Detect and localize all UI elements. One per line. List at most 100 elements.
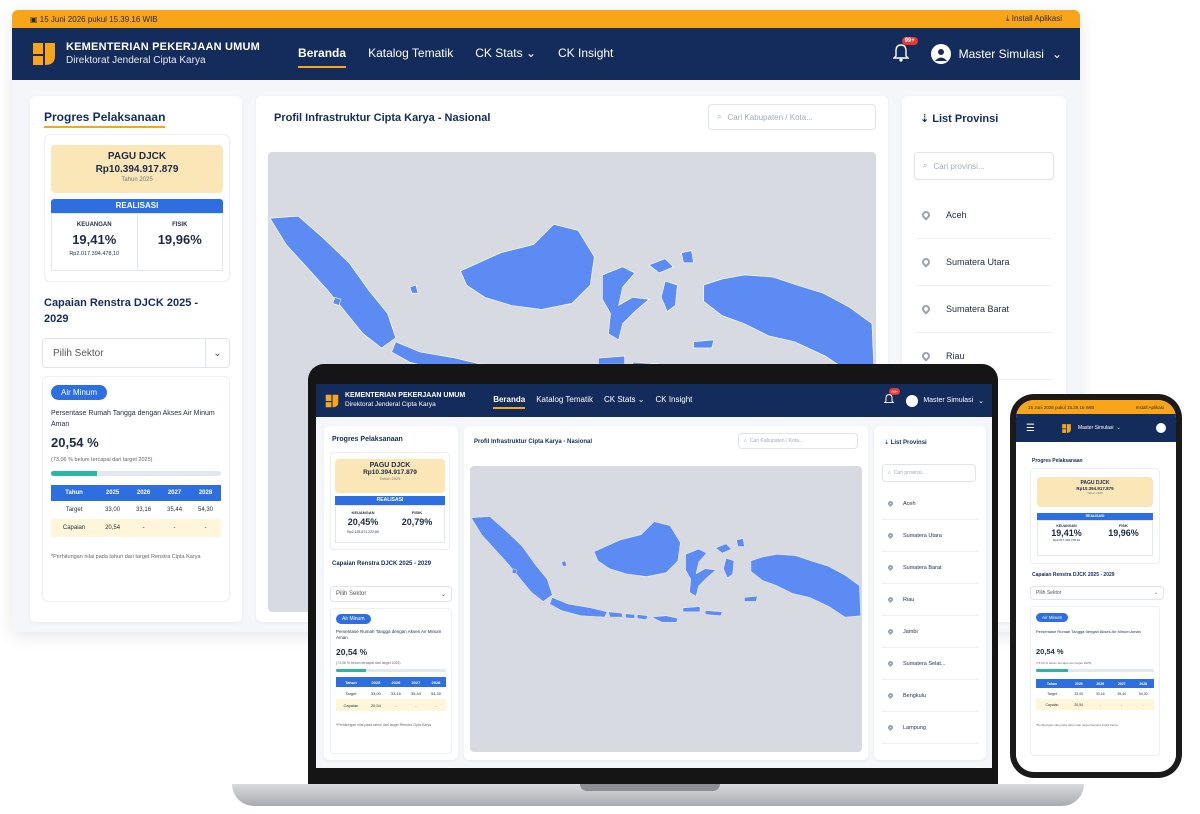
realisasi-header: REALISASI [335,496,445,505]
sektor-select[interactable]: Pilih Sektor ⌄ [42,338,230,368]
datetime-text: ▣ 15 Juni 2026 pukul 15.39.16 WIB [30,14,158,24]
province-list-item[interactable]: Bengkulu [882,680,978,712]
user-name[interactable]: Master Simulasi [1078,425,1114,431]
indicator-text: Persentase Rumah Tangga dengan Akses Air… [1036,629,1141,634]
indicator-text: Persentase Rumah Tangga dengan Akses Air… [336,629,442,641]
indonesia-map[interactable] [470,466,862,752]
province-list-item[interactable]: Sumatera Utara [882,520,978,552]
map-region[interactable] [703,274,875,373]
sektor-select[interactable]: Pilih Sektor ⌄ [330,586,452,602]
map-region[interactable] [682,606,723,616]
nav-menu: Beranda Katalog Tematik CK Stats ⌄ CK In… [298,40,613,68]
sektor-chip[interactable]: Air Minum [336,614,371,624]
map-region[interactable] [681,250,694,264]
map-region[interactable] [723,558,735,579]
map-region[interactable] [269,215,397,349]
map-region[interactable] [470,516,553,602]
indicator-note: (73,06 % belum tercapai dari target 2025… [1036,661,1092,665]
province-search-input[interactable]: ⌕ Cari provinsi... [882,464,976,482]
realisasi-body: KEUANGAN 20,45% Rp2.125.671.222,69 FISIK… [335,505,445,543]
map-pin-icon [886,531,895,540]
map-region[interactable] [660,280,678,312]
install-app-link[interactable]: ⤓ Install Aplikasi [1006,14,1062,24]
kabupaten-search-input[interactable]: ⌕ Cari Kabupaten / Kota... [708,104,876,130]
nav-ck-insight[interactable]: CK Insight [656,392,693,409]
map-pin-icon [886,627,895,636]
map-pin-icon [886,723,895,732]
indicator-value: 20,54 % [336,647,368,657]
table-header-row: Tahun 2025 2026 2027 2028 [51,485,221,501]
province-list-item[interactable]: Riau [882,584,978,616]
map-pin-icon [886,691,895,700]
indicator-value: 20,54 % [1036,647,1064,656]
map-region[interactable] [602,266,650,341]
map-pin-icon [920,350,932,362]
province-list-item[interactable]: Sumatera Barat [882,552,978,584]
map-region[interactable] [648,258,674,274]
province-list-item[interactable]: Sumatera Selat... [882,648,978,680]
map-svg [470,516,861,623]
province-list-item[interactable]: Sumatera Barat [916,286,1052,333]
renstra-title: Capaian Renstra DJCK 2025 - 2029 [1032,572,1115,578]
user-menu[interactable]: Master Simulasi ⌄ [930,44,1062,64]
province-list-item[interactable]: Aceh [916,192,1052,239]
notification-bell-icon[interactable]: 99+ [883,388,901,407]
phone-screen: 15 Juni 2026 pukul 15.39.16 WIB Install … [1016,400,1176,772]
nav-katalog-tematik[interactable]: Katalog Tematik [536,392,593,409]
renstra-title: Capaian Renstra DJCK 2025 - 2029 [332,561,432,567]
nav-katalog-tematik[interactable]: Katalog Tematik [368,40,453,68]
progress-card: Progres Pelaksanaan PAGU DJCK Rp10.394.9… [324,426,458,760]
province-list-item[interactable]: Jambi [882,616,978,648]
nav-ck-stats[interactable]: CK Stats ⌄ [604,392,645,409]
map-pin-icon [920,209,932,221]
map-region[interactable] [593,521,681,577]
progress-fill [51,471,97,476]
map-region[interactable] [693,339,715,349]
install-app-link[interactable]: Install Aplikasi [1136,405,1164,410]
map-title: Profil Infrastruktur Cipta Karya - Nasio… [274,112,491,124]
province-name: Sumatera Barat [903,564,942,571]
renstra-footnote: *Perhitungan nilai pada tahun dari targe… [1036,723,1118,727]
map-region[interactable] [744,595,758,602]
kabupaten-search-input[interactable]: ⌕ Cari Kabupaten / Kota... [738,433,858,449]
indicator-progress [336,669,446,672]
realisasi-header: REALISASI [51,199,223,213]
avatar [906,394,919,407]
hamburger-menu-icon[interactable]: ☰ [1026,423,1035,434]
map-region[interactable] [608,611,648,620]
map-region[interactable] [715,543,732,554]
sektor-select[interactable]: Pilih Sektor ⌄ [1030,586,1164,600]
renstra-box: Air Minum Persentase Rumah Tangga dengan… [1030,606,1160,756]
map-region[interactable] [685,548,717,597]
map-region[interactable] [650,615,679,623]
province-list-item[interactable]: Aceh [882,488,978,520]
notification-bell-icon[interactable]: 99+ [891,36,918,65]
table-row: Capaian 20,54- - - [51,519,221,537]
brand-text: KEMENTERIAN PEKERJAAN UMUM Direktorat Je… [66,41,260,67]
laptop-notch [580,784,720,791]
keuangan-col: KEUANGAN 19,41% Rp2.017.394.478,10 [1051,524,1082,542]
nav-beranda[interactable]: Beranda [493,392,526,409]
map-pin-icon [920,303,932,315]
phone-content: Progres Pelaksanaan PAGU DJCK Rp10.394.9… [1016,442,1176,772]
sektor-chip[interactable]: Air Minum [51,385,108,400]
avatar[interactable] [1156,423,1166,433]
keuangan-value: 19,41% [72,232,117,247]
map-region[interactable] [736,538,745,547]
nav-beranda[interactable]: Beranda [298,40,347,68]
province-list-item[interactable]: Lampung [882,712,978,744]
map-region[interactable] [460,223,595,310]
notification-badge: 99+ [901,36,918,45]
sektor-chip[interactable]: Air Minum [1036,613,1069,622]
indicator-value: 20,54 % [51,435,99,450]
map-region[interactable] [750,554,861,618]
renstra-table: Tahun 2025 2026 2027 2028 Target 33,00 33,16 35… [1036,679,1154,710]
nav-ck-stats[interactable]: CK Stats ⌄ [475,40,536,68]
top-info-bar: ▣ 15 Juni 2026 pukul 15.39.16 WIB ⤓ Inst… [12,10,1080,28]
map-region[interactable] [549,597,608,618]
user-menu[interactable]: Master Simulasi ⌄ [906,394,984,407]
province-list-item[interactable]: Sumatera Utara [916,239,1052,286]
realisasi-header: REALISASI [1037,513,1153,520]
nav-ck-insight[interactable]: CK Insight [558,40,613,68]
province-search-input[interactable]: ⌕ Cari provinsi... [914,152,1054,180]
